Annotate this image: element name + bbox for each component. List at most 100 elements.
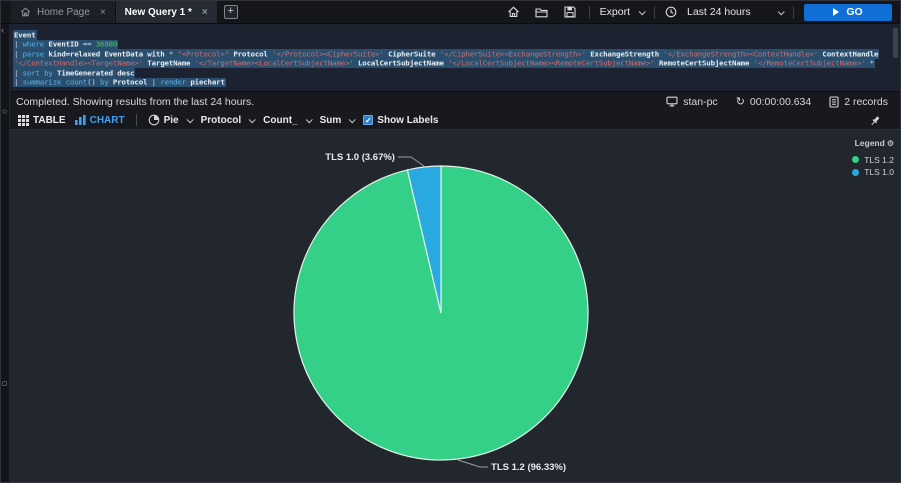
- chevron-down-icon: [348, 115, 357, 123]
- chart-type-value: Pie: [163, 114, 179, 126]
- chart-area: TLS 1.2 (96.33%) TLS 1.0 (3.67%) Legend ⚙…: [10, 130, 900, 482]
- editor-code: Event | where EventID == 36880 | parse kin…: [10, 24, 900, 88]
- go-label: GO: [846, 6, 863, 18]
- legend-item[interactable]: TLS 1.2: [852, 155, 894, 165]
- tab-label: New Query 1 *: [124, 6, 192, 18]
- editor-scrollbar[interactable]: [893, 28, 898, 58]
- pie-chart-svg: TLS 1.2 (96.33%) TLS 1.0 (3.67%): [293, 152, 589, 473]
- app-window: Home Page × New Query 1 * × + Export Las…: [0, 0, 901, 483]
- legend-color-dot: [852, 168, 860, 176]
- separator: [588, 5, 590, 19]
- code-line: Event: [13, 30, 37, 40]
- new-tab-button[interactable]: +: [223, 5, 238, 19]
- time-range-picker[interactable]: Last 24 hours: [665, 6, 785, 18]
- chevron-down-icon: [305, 115, 313, 123]
- code-line: | parse kind=relaxed EventData with * "<…: [13, 49, 880, 59]
- status-bar: Completed. Showing results from the last…: [10, 91, 900, 111]
- tab-home-page[interactable]: Home Page ×: [11, 1, 116, 23]
- collapse-panel-icon[interactable]: ‹: [1, 26, 4, 35]
- show-labels-label: Show Labels: [377, 114, 439, 126]
- results-toolbar: TABLE CHART Pie Protocol Count_ Sum ✓ Sh…: [10, 111, 900, 130]
- tab-bar: Home Page × New Query 1 * × + Export Las…: [1, 1, 900, 24]
- left-rail-marker: [2, 381, 7, 386]
- main-panel: Event | where EventID == 36880 | parse kin…: [10, 24, 900, 482]
- close-icon[interactable]: ×: [100, 7, 106, 18]
- export-label: Export: [599, 6, 630, 18]
- tab-new-query[interactable]: New Query 1 * ×: [115, 1, 218, 23]
- legend-item-label: TLS 1.0: [864, 167, 894, 177]
- home-icon: [508, 6, 520, 18]
- gear-icon[interactable]: ⚙: [887, 139, 894, 148]
- legend-header: Legend ⚙: [855, 138, 894, 148]
- code-line: | sort by TimeGenerated desc: [13, 68, 136, 78]
- chart-type-dropdown[interactable]: Pie: [148, 114, 194, 126]
- chevron-down-icon: [638, 7, 646, 15]
- separator: [135, 114, 137, 126]
- computer-icon: [666, 96, 678, 107]
- pie-slice-label: TLS 1.0 (3.67%): [325, 152, 395, 163]
- favorites-star-icon[interactable]: ☆: [1, 108, 8, 116]
- go-button[interactable]: GO: [804, 3, 892, 21]
- legend-item[interactable]: TLS 1.0: [852, 167, 894, 177]
- show-labels-toggle[interactable]: ✓ Show Labels: [363, 115, 438, 126]
- code-line: | where EventID == 36880: [13, 39, 119, 50]
- left-rail: ‹ ☆: [1, 24, 10, 482]
- pin-icon: [871, 116, 880, 126]
- tab-strip: Home Page × New Query 1 * × +: [11, 1, 238, 23]
- chevron-down-icon: [186, 115, 194, 123]
- play-icon: [833, 8, 840, 16]
- series-field-value: Protocol: [200, 114, 242, 126]
- tab-table[interactable]: TABLE: [18, 114, 66, 126]
- status-message: Completed. Showing results from the last…: [16, 95, 255, 108]
- status-right: stan-pc ↻ 00:00:00.634 2 records: [666, 96, 888, 108]
- pie-label-leader-line: [457, 459, 489, 468]
- records-icon: [829, 95, 839, 108]
- checkbox-checked-icon[interactable]: ✓: [363, 115, 374, 125]
- open-file-button[interactable]: [533, 3, 551, 21]
- save-icon: [564, 6, 576, 18]
- chevron-down-icon: [248, 115, 256, 123]
- duration-indicator: ↻ 00:00:00.634: [736, 96, 812, 108]
- series-field-dropdown[interactable]: Protocol: [200, 114, 256, 126]
- legend-item-label: TLS 1.2: [864, 154, 894, 165]
- home-icon: [21, 7, 30, 17]
- chevron-down-icon: [777, 7, 785, 15]
- legend-color-dot: [852, 156, 860, 163]
- tab-chart[interactable]: CHART: [74, 114, 125, 126]
- separator: [793, 5, 794, 19]
- save-button[interactable]: [561, 3, 579, 21]
- aggregation-value: Sum: [319, 114, 342, 126]
- records-indicator: 2 records: [829, 96, 888, 108]
- folder-icon: [535, 7, 548, 17]
- chart-legend: Legend ⚙ TLS 1.2 TLS 1.0: [852, 138, 894, 180]
- topbar-actions: Export Last 24 hours GO: [505, 1, 900, 23]
- chart-tab-label: CHART: [89, 114, 125, 126]
- value-field-value: Count_: [263, 114, 298, 126]
- aggregation-dropdown[interactable]: Sum: [319, 114, 357, 126]
- close-icon[interactable]: ×: [202, 7, 208, 18]
- separator: [654, 5, 655, 19]
- export-menu[interactable]: Export: [599, 6, 646, 18]
- table-grid-icon: [18, 114, 29, 126]
- legend-title: Legend: [854, 138, 885, 148]
- refresh-icon: ↻: [735, 95, 745, 108]
- cluster-indicator: stan-pc: [666, 95, 718, 108]
- home-button[interactable]: [505, 3, 523, 21]
- code-line: '</ContextHandle><TargetName>' TargetNam…: [13, 58, 875, 69]
- record-count: 2 records: [844, 95, 888, 108]
- pie-slice-label: TLS 1.2 (96.33%): [491, 462, 566, 473]
- query-editor[interactable]: Event | where EventID == 36880 | parse kin…: [10, 24, 900, 91]
- legend-items: TLS 1.2 TLS 1.0: [852, 152, 894, 180]
- query-duration: 00:00:00.634: [749, 95, 812, 108]
- clock-icon: [665, 6, 677, 18]
- value-field-dropdown[interactable]: Count_: [263, 114, 313, 126]
- bar-chart-icon: [74, 115, 86, 125]
- pin-button[interactable]: [868, 114, 882, 128]
- machine-name: stan-pc: [683, 95, 718, 108]
- pie-label-leader-line: [397, 156, 425, 167]
- table-tab-label: TABLE: [33, 114, 66, 126]
- code-line: | summarize count() by Protocol | render…: [13, 77, 226, 88]
- pie-icon: [148, 114, 159, 126]
- tab-label: Home Page: [37, 6, 90, 18]
- time-range-value: Last 24 hours: [687, 6, 751, 18]
